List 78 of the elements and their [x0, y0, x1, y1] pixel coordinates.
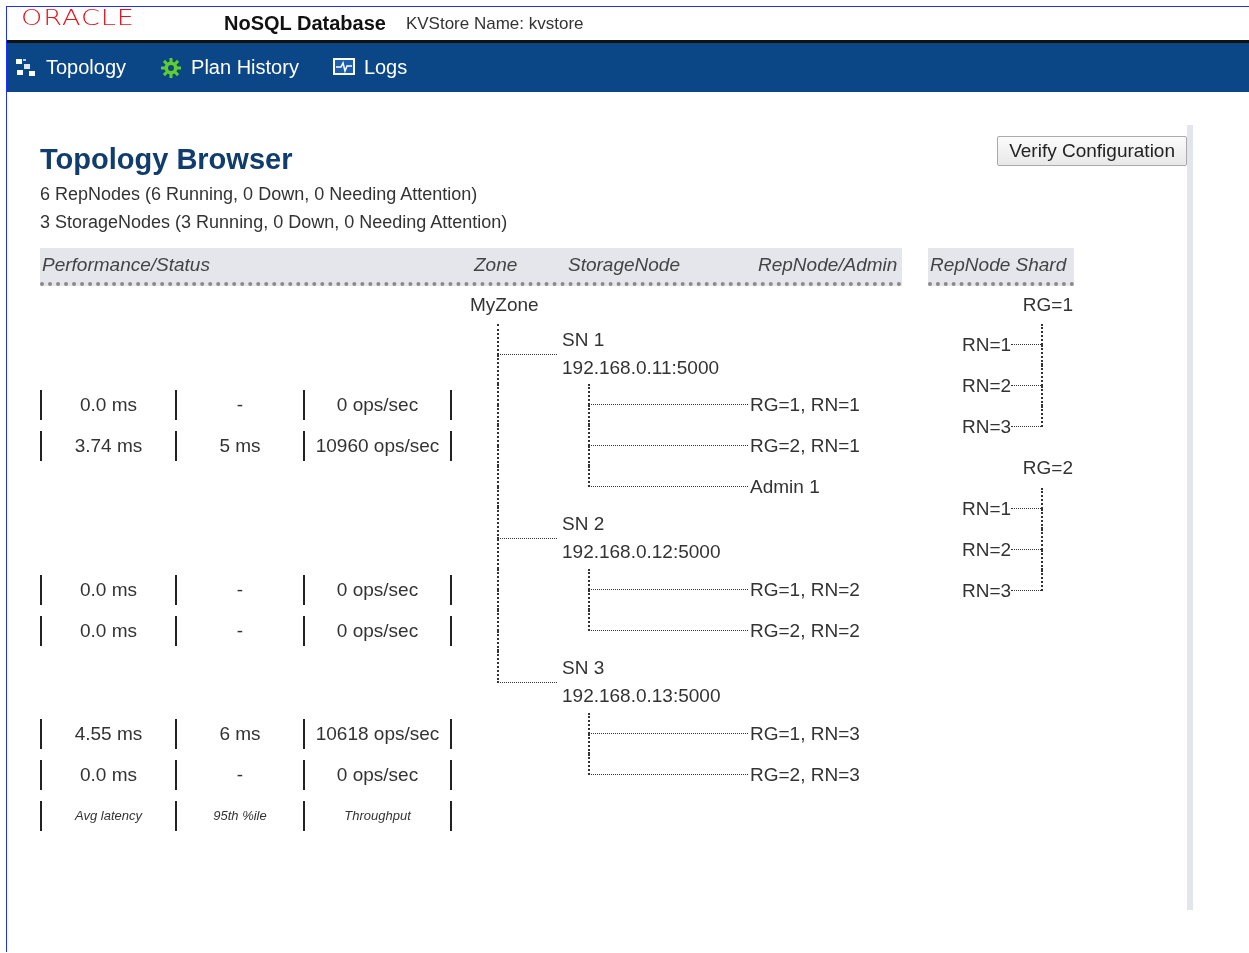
metric-cell: 0.0 ms	[40, 389, 175, 420]
verify-button[interactable]: Verify Configuration	[997, 136, 1187, 166]
store-name: KVStore Name: kvstore	[405, 13, 584, 34]
logo: ORACLE	[21, 7, 136, 28]
admin-node-label: Admin 1	[749, 475, 820, 498]
connector-line	[588, 590, 590, 610]
connector-elbow	[1011, 529, 1044, 550]
shard-name: RG=2	[1022, 456, 1073, 479]
column-header: Performance/Status	[41, 254, 211, 276]
zone-name: MyZone	[470, 294, 539, 316]
storage-node-name: SN 2	[562, 513, 606, 535]
connector-elbow	[1011, 324, 1044, 345]
metric-cell: 0 ops/sec	[303, 574, 452, 605]
nav-link[interactable]: Logs	[332, 56, 408, 79]
metric-cell: 4.55 ms	[40, 718, 175, 749]
rep-node-label: RN=1	[962, 333, 1012, 356]
nav-link[interactable]: Plan History	[160, 56, 299, 79]
summary-text: 3 StorageNodes (3 Running, 0 Down, 0 Needing Attention)	[40, 211, 509, 234]
metric-label: 95th %ile	[175, 800, 303, 831]
column-header: Zone	[472, 254, 519, 276]
connector-elbow	[1011, 365, 1044, 386]
rep-node-label: RG=1, RN=3	[749, 722, 860, 745]
connector-line	[1041, 386, 1044, 406]
storage-node-name: SN 1	[562, 329, 606, 351]
connector-elbow	[1011, 406, 1044, 427]
shard-name: RG=1	[1022, 294, 1073, 316]
metric-cell: -	[175, 759, 303, 790]
column-header: RepNode Shard	[929, 254, 1068, 276]
connector-line	[588, 446, 590, 466]
storage-node-address: 192.168.0.12:5000	[562, 541, 721, 563]
connector-line	[1041, 550, 1044, 570]
metric-label: Throughput	[303, 800, 452, 831]
rep-node-label: RN=2	[962, 538, 1012, 561]
summary-text: 6 RepNodes (6 Running, 0 Down, 0 Needing Attention)	[40, 183, 479, 206]
metric-label: Avg latency	[40, 800, 175, 831]
metric-cell: 5 ms	[175, 430, 303, 461]
metric-cell: 0.0 ms	[40, 574, 175, 605]
rep-node-label: RG=2, RN=1	[749, 434, 860, 457]
metric-cell: 0.0 ms	[40, 759, 175, 790]
metric-cell: -	[175, 615, 303, 646]
rep-node-label: RN=3	[962, 579, 1012, 602]
metric-cell: 0 ops/sec	[303, 615, 452, 646]
rep-node-label: RN=1	[962, 497, 1012, 520]
connector-elbow	[497, 324, 557, 355]
metric-cell: 6 ms	[175, 718, 303, 749]
rep-node-label: RG=1, RN=2	[749, 578, 860, 601]
metric-cell: 0.0 ms	[40, 615, 175, 646]
page-title: Topology Browser	[40, 143, 293, 176]
metric-cell: 10960 ops/sec	[303, 430, 452, 461]
metric-cell: 0 ops/sec	[303, 759, 452, 790]
connector-line	[588, 405, 590, 425]
metric-cell: -	[175, 389, 303, 420]
rep-node-label: RN=2	[962, 374, 1012, 397]
product-name: NoSQL Database	[224, 12, 386, 35]
connector-line	[588, 734, 590, 754]
metric-cell: 3.74 ms	[40, 430, 175, 461]
topology-icon	[15, 57, 37, 78]
metric-cell: 0 ops/sec	[303, 389, 452, 420]
rep-node-label: RG=2, RN=2	[749, 619, 860, 642]
rep-node-label: RG=2, RN=3	[749, 763, 860, 786]
storage-node-name: SN 3	[562, 657, 606, 679]
connector-line	[1041, 509, 1044, 529]
connector-elbow	[1011, 570, 1044, 591]
nav-link[interactable]: Topology	[15, 56, 127, 79]
column-header: StorageNode	[567, 254, 681, 276]
column-header: RepNode/Admin	[757, 254, 899, 276]
connector-elbow	[497, 507, 557, 539]
metric-cell: 10618 ops/sec	[303, 718, 452, 749]
rep-node-label: RN=3	[962, 415, 1012, 438]
storage-node-address: 192.168.0.11:5000	[562, 357, 720, 379]
monitor-icon	[332, 58, 355, 77]
metric-cell: -	[175, 574, 303, 605]
rep-node-label: RG=1, RN=1	[749, 393, 860, 416]
connector-elbow	[497, 651, 557, 683]
connector-elbow	[1011, 488, 1044, 509]
connector-line	[1041, 345, 1044, 365]
storage-node-address: 192.168.0.13:5000	[562, 685, 721, 707]
gear-icon	[160, 56, 183, 79]
